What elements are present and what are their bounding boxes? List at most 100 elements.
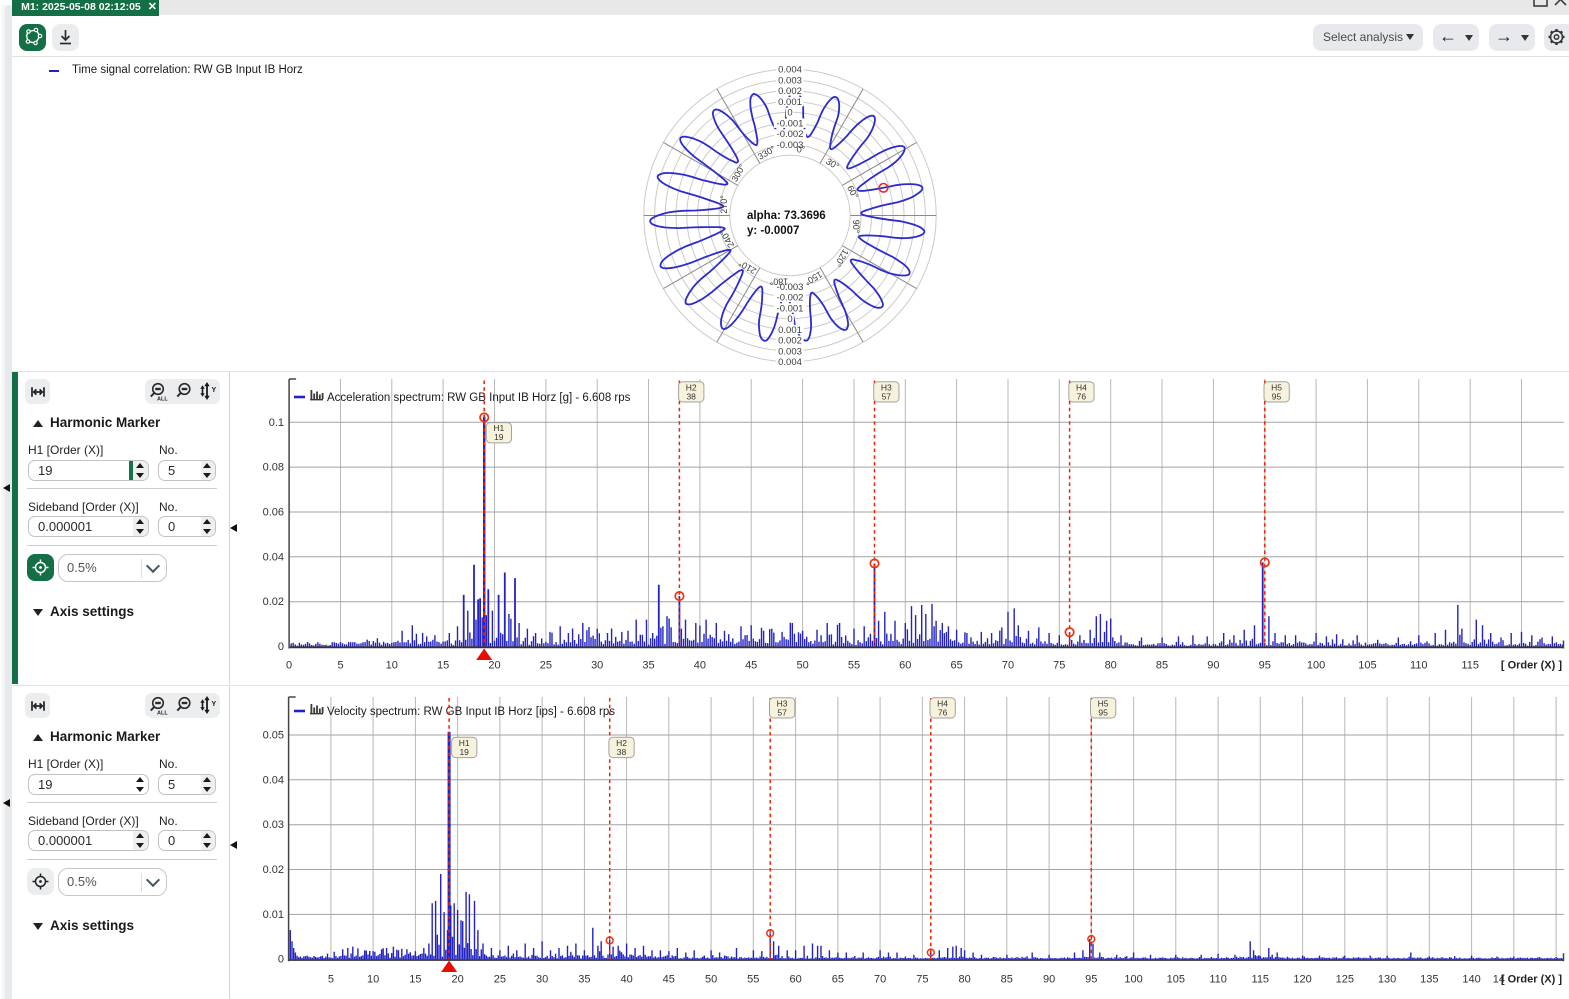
svg-text:0.001: 0.001 [778,325,802,336]
svg-text:0.004: 0.004 [778,65,802,76]
svg-text:75: 75 [916,974,928,986]
svg-text:45: 45 [663,974,675,986]
svg-text:105: 105 [1167,974,1185,986]
svg-text:35: 35 [642,660,654,672]
svg-text:95: 95 [1098,707,1108,717]
svg-text:50: 50 [705,974,717,986]
svg-text:0: 0 [787,108,792,119]
svg-text:0.04: 0.04 [263,551,284,563]
svg-text:0.02: 0.02 [263,596,284,608]
svg-text:[ Order (X) ]: [ Order (X) ] [1501,974,1562,986]
svg-text:115: 115 [1461,660,1479,672]
svg-text:0.08: 0.08 [263,462,284,474]
svg-text:76: 76 [938,707,948,717]
svg-text:50: 50 [796,660,808,672]
svg-text:ALL: ALL [157,711,168,717]
svg-text:30: 30 [536,974,548,986]
svg-text:110: 110 [1410,660,1428,672]
svg-text:25: 25 [540,660,552,672]
svg-text:90: 90 [1043,974,1055,986]
svg-text:0.04: 0.04 [263,774,284,786]
svg-text:0: 0 [278,954,284,966]
svg-text:85: 85 [1001,974,1013,986]
svg-text:0: 0 [787,314,792,325]
svg-text:38: 38 [617,747,627,757]
svg-text:5: 5 [337,660,343,672]
svg-text:25: 25 [494,974,506,986]
svg-text:125: 125 [1336,974,1354,986]
svg-text:0°: 0° [797,145,806,155]
svg-text:45: 45 [745,660,757,672]
svg-text:40: 40 [620,974,632,986]
svg-text:85: 85 [1156,660,1168,672]
svg-text:75: 75 [1053,660,1065,672]
svg-text:30: 30 [591,660,603,672]
svg-text:65: 65 [950,660,962,672]
svg-text:300°: 300° [729,162,747,183]
svg-text:60: 60 [899,660,911,672]
svg-text:130: 130 [1378,974,1396,986]
svg-text:0.004: 0.004 [778,357,802,368]
svg-text:0.003: 0.003 [778,76,802,87]
svg-text:65: 65 [832,974,844,986]
svg-text:15: 15 [437,660,449,672]
svg-text:76: 76 [1077,391,1087,401]
svg-text:140: 140 [1462,974,1480,986]
svg-text:0.002: 0.002 [778,86,802,97]
svg-text:Acceleration spectrum: RW GB I: Acceleration spectrum: RW GB Input IB Ho… [327,392,631,404]
svg-text:110: 110 [1209,974,1227,986]
svg-text:35: 35 [578,974,590,986]
svg-text:19: 19 [494,432,504,442]
svg-text:70: 70 [874,974,886,986]
svg-text:y: -0.0007: y: -0.0007 [747,225,799,237]
svg-text:0: 0 [286,660,292,672]
svg-text:-0.001: -0.001 [777,119,804,130]
svg-text:15: 15 [409,974,421,986]
svg-text:-0.002: -0.002 [777,293,804,304]
svg-text:120°: 120° [832,248,850,269]
svg-text:20: 20 [488,660,500,672]
svg-text:0.1: 0.1 [269,417,284,429]
svg-text:19: 19 [459,747,469,757]
svg-text:105: 105 [1358,660,1376,672]
svg-text:0.05: 0.05 [263,730,284,742]
svg-text:55: 55 [747,974,759,986]
svg-text:0.003: 0.003 [778,346,802,357]
svg-text:180°: 180° [769,277,788,287]
svg-text:0.03: 0.03 [263,819,284,831]
svg-text:[ Order (X) ]: [ Order (X) ] [1501,660,1562,672]
svg-text:115: 115 [1252,974,1270,986]
svg-text:5: 5 [328,974,334,986]
svg-text:57: 57 [882,391,892,401]
svg-text:55: 55 [848,660,860,672]
svg-text:38: 38 [686,391,696,401]
svg-text:80: 80 [958,974,970,986]
svg-text:100: 100 [1124,974,1142,986]
svg-text:70: 70 [1002,660,1014,672]
svg-text:30°: 30° [824,156,841,172]
svg-text:120: 120 [1293,974,1311,986]
svg-text:0.001: 0.001 [778,97,802,108]
svg-text:270°: 270° [719,195,729,214]
svg-text:135: 135 [1420,974,1438,986]
svg-text:10: 10 [386,660,398,672]
svg-text:10: 10 [367,974,379,986]
svg-text:57: 57 [777,707,787,717]
svg-text:95: 95 [1272,391,1282,401]
svg-text:20: 20 [451,974,463,986]
svg-text:0: 0 [278,641,284,653]
svg-text:60: 60 [789,974,801,986]
svg-text:95: 95 [1085,974,1097,986]
svg-text:210°: 210° [736,258,757,276]
svg-text:95: 95 [1259,660,1271,672]
svg-text:Velocity spectrum: RW GB Input: Velocity spectrum: RW GB Input IB Horz [… [327,706,615,718]
svg-text:0.02: 0.02 [263,864,284,876]
svg-text:0.06: 0.06 [263,507,284,519]
svg-text:90: 90 [1207,660,1219,672]
svg-text:0.01: 0.01 [263,909,284,921]
svg-text:90°: 90° [851,220,861,234]
svg-text:80: 80 [1105,660,1117,672]
svg-text:alpha: 73.3696: alpha: 73.3696 [747,210,826,222]
svg-text:0.002: 0.002 [778,336,802,347]
svg-text:-0.001: -0.001 [777,303,804,314]
